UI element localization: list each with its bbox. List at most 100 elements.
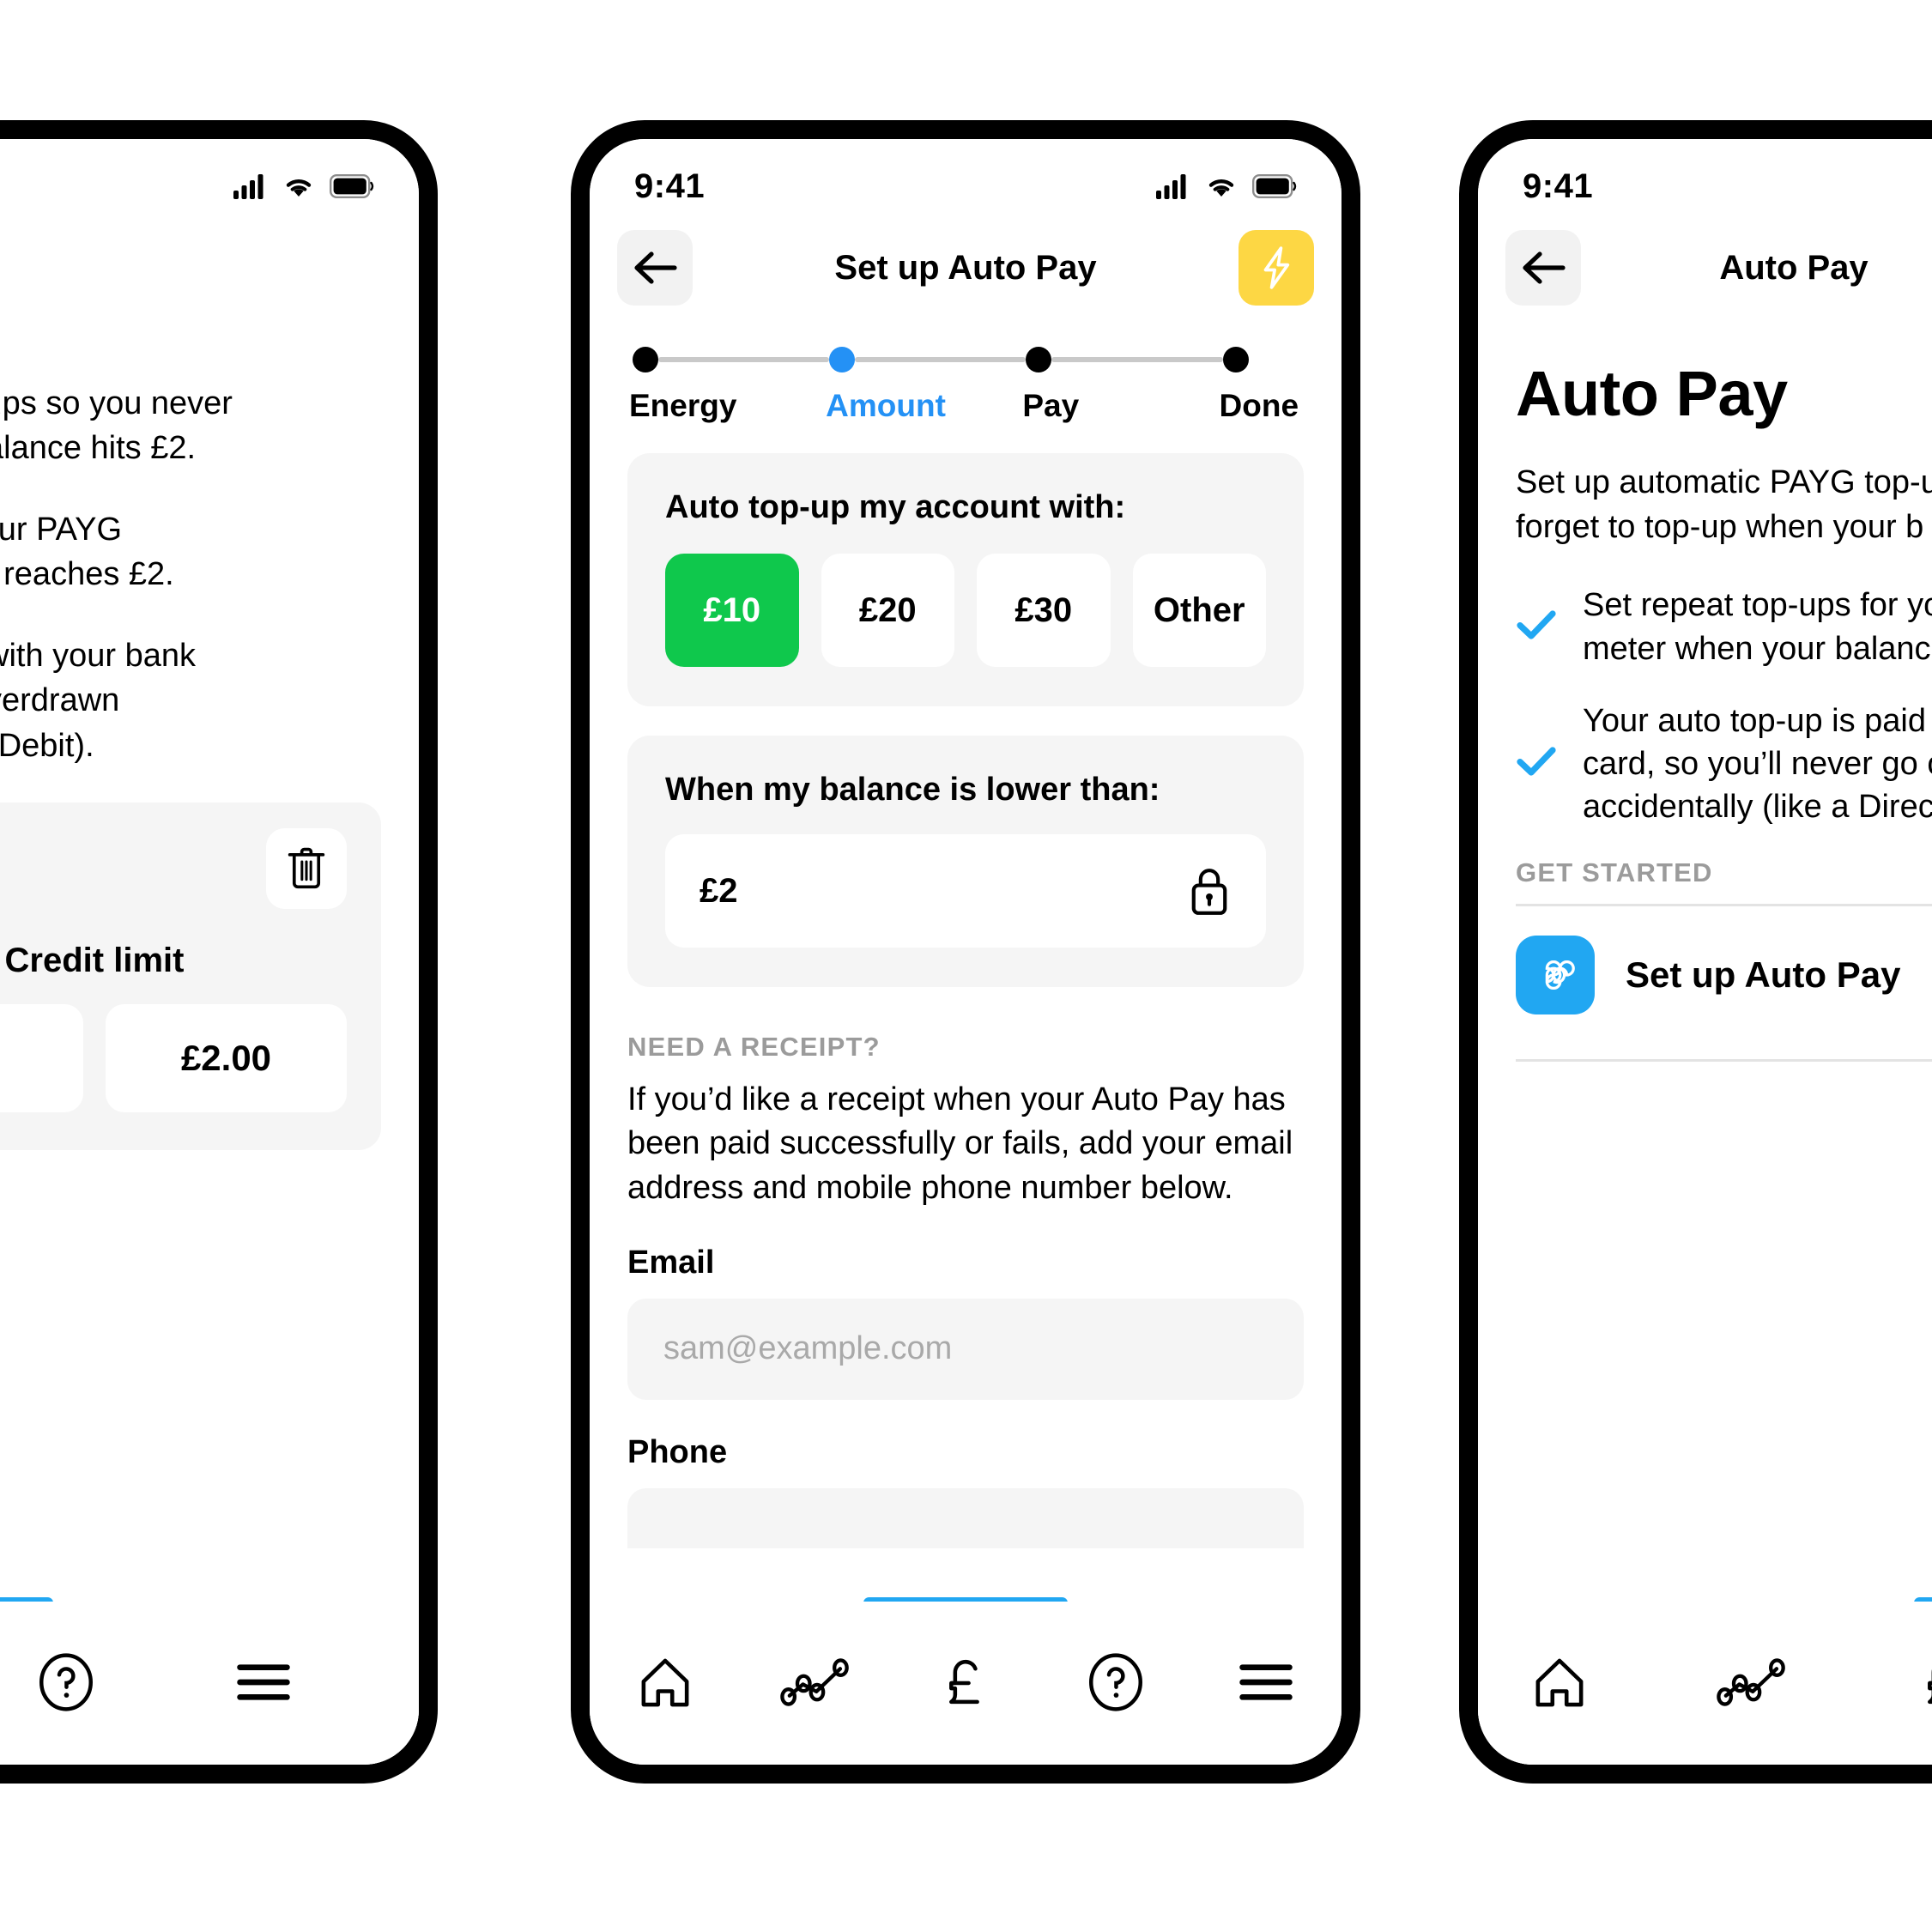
cellular-signal-icon <box>233 174 263 199</box>
lightning-bolt-icon <box>1263 246 1290 289</box>
question-circle-icon <box>39 1653 93 1711</box>
left-paragraph-2-line-1: op-ups for your PAYG <box>0 511 123 548</box>
status-bar-left <box>0 139 419 215</box>
step-pay-label: Pay <box>1022 388 1080 423</box>
credit-limit-value-field[interactable]: £2.00 <box>106 1004 347 1113</box>
tab-payments-right[interactable] <box>1897 1641 1932 1723</box>
benefits-list: Set repeat top-ups for yo meter when you… <box>1516 584 1932 828</box>
step-done-dotrow <box>1222 345 1299 374</box>
step-energy-dotrow <box>633 345 830 374</box>
step-connector <box>855 357 1027 362</box>
arrow-left-icon <box>1523 251 1566 284</box>
phone-mockup-right: 9:41 Auto Pay Auto Pay Set up automatic … <box>1459 120 1932 1784</box>
pound-icon <box>1928 1669 1932 1705</box>
credit-limit-card: Credit limit £2.00 <box>0 802 381 1151</box>
back-button-middle[interactable] <box>617 230 693 306</box>
step-done[interactable]: Done <box>1219 345 1299 424</box>
page-title-middle: Set up Auto Pay <box>834 248 1097 287</box>
email-label: Email <box>627 1244 715 1281</box>
phone-screen-right: 9:41 Auto Pay Auto Pay Set up automatic … <box>1478 139 1932 1765</box>
credit-limit-title: Credit limit <box>4 942 185 980</box>
step-amount-dotrow <box>829 345 1027 374</box>
email-input[interactable]: sam@example.com <box>627 1298 1304 1400</box>
hero-title: Auto Pay <box>1516 358 1788 429</box>
set-up-auto-pay-row[interactable]: Set up Auto Pay <box>1516 906 1932 1044</box>
question-circle-icon <box>1089 1653 1143 1711</box>
step-pay-dotrow <box>1026 345 1223 374</box>
step-done-label: Done <box>1219 388 1299 423</box>
get-started-label: GET STARTED <box>1516 857 1713 888</box>
arrow-left-icon <box>634 251 677 284</box>
tab-usage-middle[interactable] <box>768 1641 863 1723</box>
line-chart-icon <box>780 1658 849 1706</box>
screenshot-canvas: Auto Pay c PAYG top-ups so you never whe… <box>0 0 1932 1932</box>
progress-stepper: Energy Amount Pay Done <box>627 345 1304 424</box>
step-connector <box>1051 357 1223 362</box>
tab-menu-middle[interactable] <box>1219 1641 1313 1723</box>
set-up-auto-pay-label: Set up Auto Pay <box>1626 954 1901 996</box>
receipt-description: If you’d like a receipt when your Auto P… <box>627 1081 1293 1206</box>
step-dot <box>633 347 658 372</box>
phone-mockup-middle: 9:41 Set up Auto Pay Energy Amount Pay D… <box>571 120 1360 1784</box>
step-energy[interactable]: Energy <box>629 345 830 424</box>
tab-help-left[interactable] <box>19 1641 113 1723</box>
amount-option-other[interactable]: Other <box>1132 554 1266 667</box>
benefit-item: Set repeat top-ups for yo meter when you… <box>1516 584 1932 669</box>
credit-limit-fields: £2.00 <box>0 1004 347 1113</box>
tab-usage-right[interactable] <box>1705 1641 1799 1723</box>
step-dot <box>1222 347 1249 372</box>
nav-bar-left: Auto Pay <box>0 215 419 321</box>
page-title-left: Auto Pay <box>0 249 419 288</box>
check-icon <box>1516 745 1557 782</box>
phone-input[interactable] <box>627 1487 1304 1548</box>
battery-full-icon <box>1252 174 1297 198</box>
benefit-1-line-1: Set repeat top-ups for yo <box>1583 587 1932 624</box>
lock-icon <box>1191 869 1227 915</box>
line-chart-icon <box>1717 1658 1785 1706</box>
benefit-item: Your auto top-up is paid card, so you’ll… <box>1516 700 1932 828</box>
amount-option-10[interactable]: £10 <box>665 554 799 667</box>
trash-icon <box>288 847 325 889</box>
amount-option-30[interactable]: £30 <box>977 554 1111 667</box>
tab-bar-right <box>1478 1602 1932 1765</box>
status-bar-middle: 9:41 <box>590 139 1341 215</box>
step-pay[interactable]: Pay <box>1022 345 1223 424</box>
threshold-value-field[interactable]: £2 <box>665 834 1266 948</box>
left-paragraph-1: c PAYG top-ups so you never when your ba… <box>0 381 381 471</box>
step-dot-active <box>829 347 856 372</box>
check-icon <box>1516 609 1557 645</box>
threshold-card-title: When my balance is lower than: <box>665 772 1160 808</box>
left-paragraph-2-line-2: your balance reaches £2. <box>0 556 174 593</box>
left-paragraph-3: o-up is paid with your bank ll never go … <box>0 633 381 768</box>
tab-payments-middle[interactable] <box>918 1641 1013 1723</box>
benefit-2-line-2: card, so you’ll never go ov <box>1583 745 1932 782</box>
nav-bar-right: Auto Pay <box>1478 215 1932 321</box>
benefit-text: Set repeat top-ups for yo meter when you… <box>1583 584 1932 669</box>
energy-shortcut-button[interactable] <box>1239 230 1314 306</box>
tab-menu-left[interactable] <box>216 1641 311 1723</box>
amount-option-20[interactable]: £20 <box>821 554 954 667</box>
credit-limit-field-partial[interactable] <box>0 1004 83 1113</box>
content-right: Auto Pay Set up automatic PAYG top-u for… <box>1478 357 1932 1063</box>
content-middle: Energy Amount Pay Done Auto top-up my ac… <box>590 345 1341 1548</box>
benefit-2-line-1: Your auto top-up is paid <box>1583 702 1927 739</box>
status-time-right: 9:41 <box>1523 167 1594 205</box>
tab-bar-left <box>0 1602 419 1765</box>
back-button-right[interactable] <box>1505 230 1581 306</box>
tab-home-middle[interactable] <box>618 1641 712 1723</box>
threshold-card: When my balance is lower than: £2 <box>627 736 1304 987</box>
tab-home-right[interactable] <box>1512 1641 1607 1723</box>
pound-icon <box>949 1659 979 1705</box>
delete-button[interactable] <box>266 828 347 910</box>
phone-mockup-left: Auto Pay c PAYG top-ups so you never whe… <box>0 120 438 1784</box>
hamburger-icon <box>237 1664 290 1700</box>
amount-options: £10 £20 £30 Other <box>665 554 1266 667</box>
step-amount[interactable]: Amount <box>826 345 1027 424</box>
divider-bottom <box>1516 1059 1932 1063</box>
hero-description-line-2: forget to top-up when your b <box>1516 508 1924 545</box>
content-left: c PAYG top-ups so you never when your ba… <box>0 321 419 1151</box>
phone-screen-left: Auto Pay c PAYG top-ups so you never whe… <box>0 139 419 1765</box>
benefit-1-line-2: meter when your balance <box>1583 630 1932 667</box>
tab-help-middle[interactable] <box>1069 1641 1163 1723</box>
tab-bar-middle <box>590 1602 1341 1765</box>
